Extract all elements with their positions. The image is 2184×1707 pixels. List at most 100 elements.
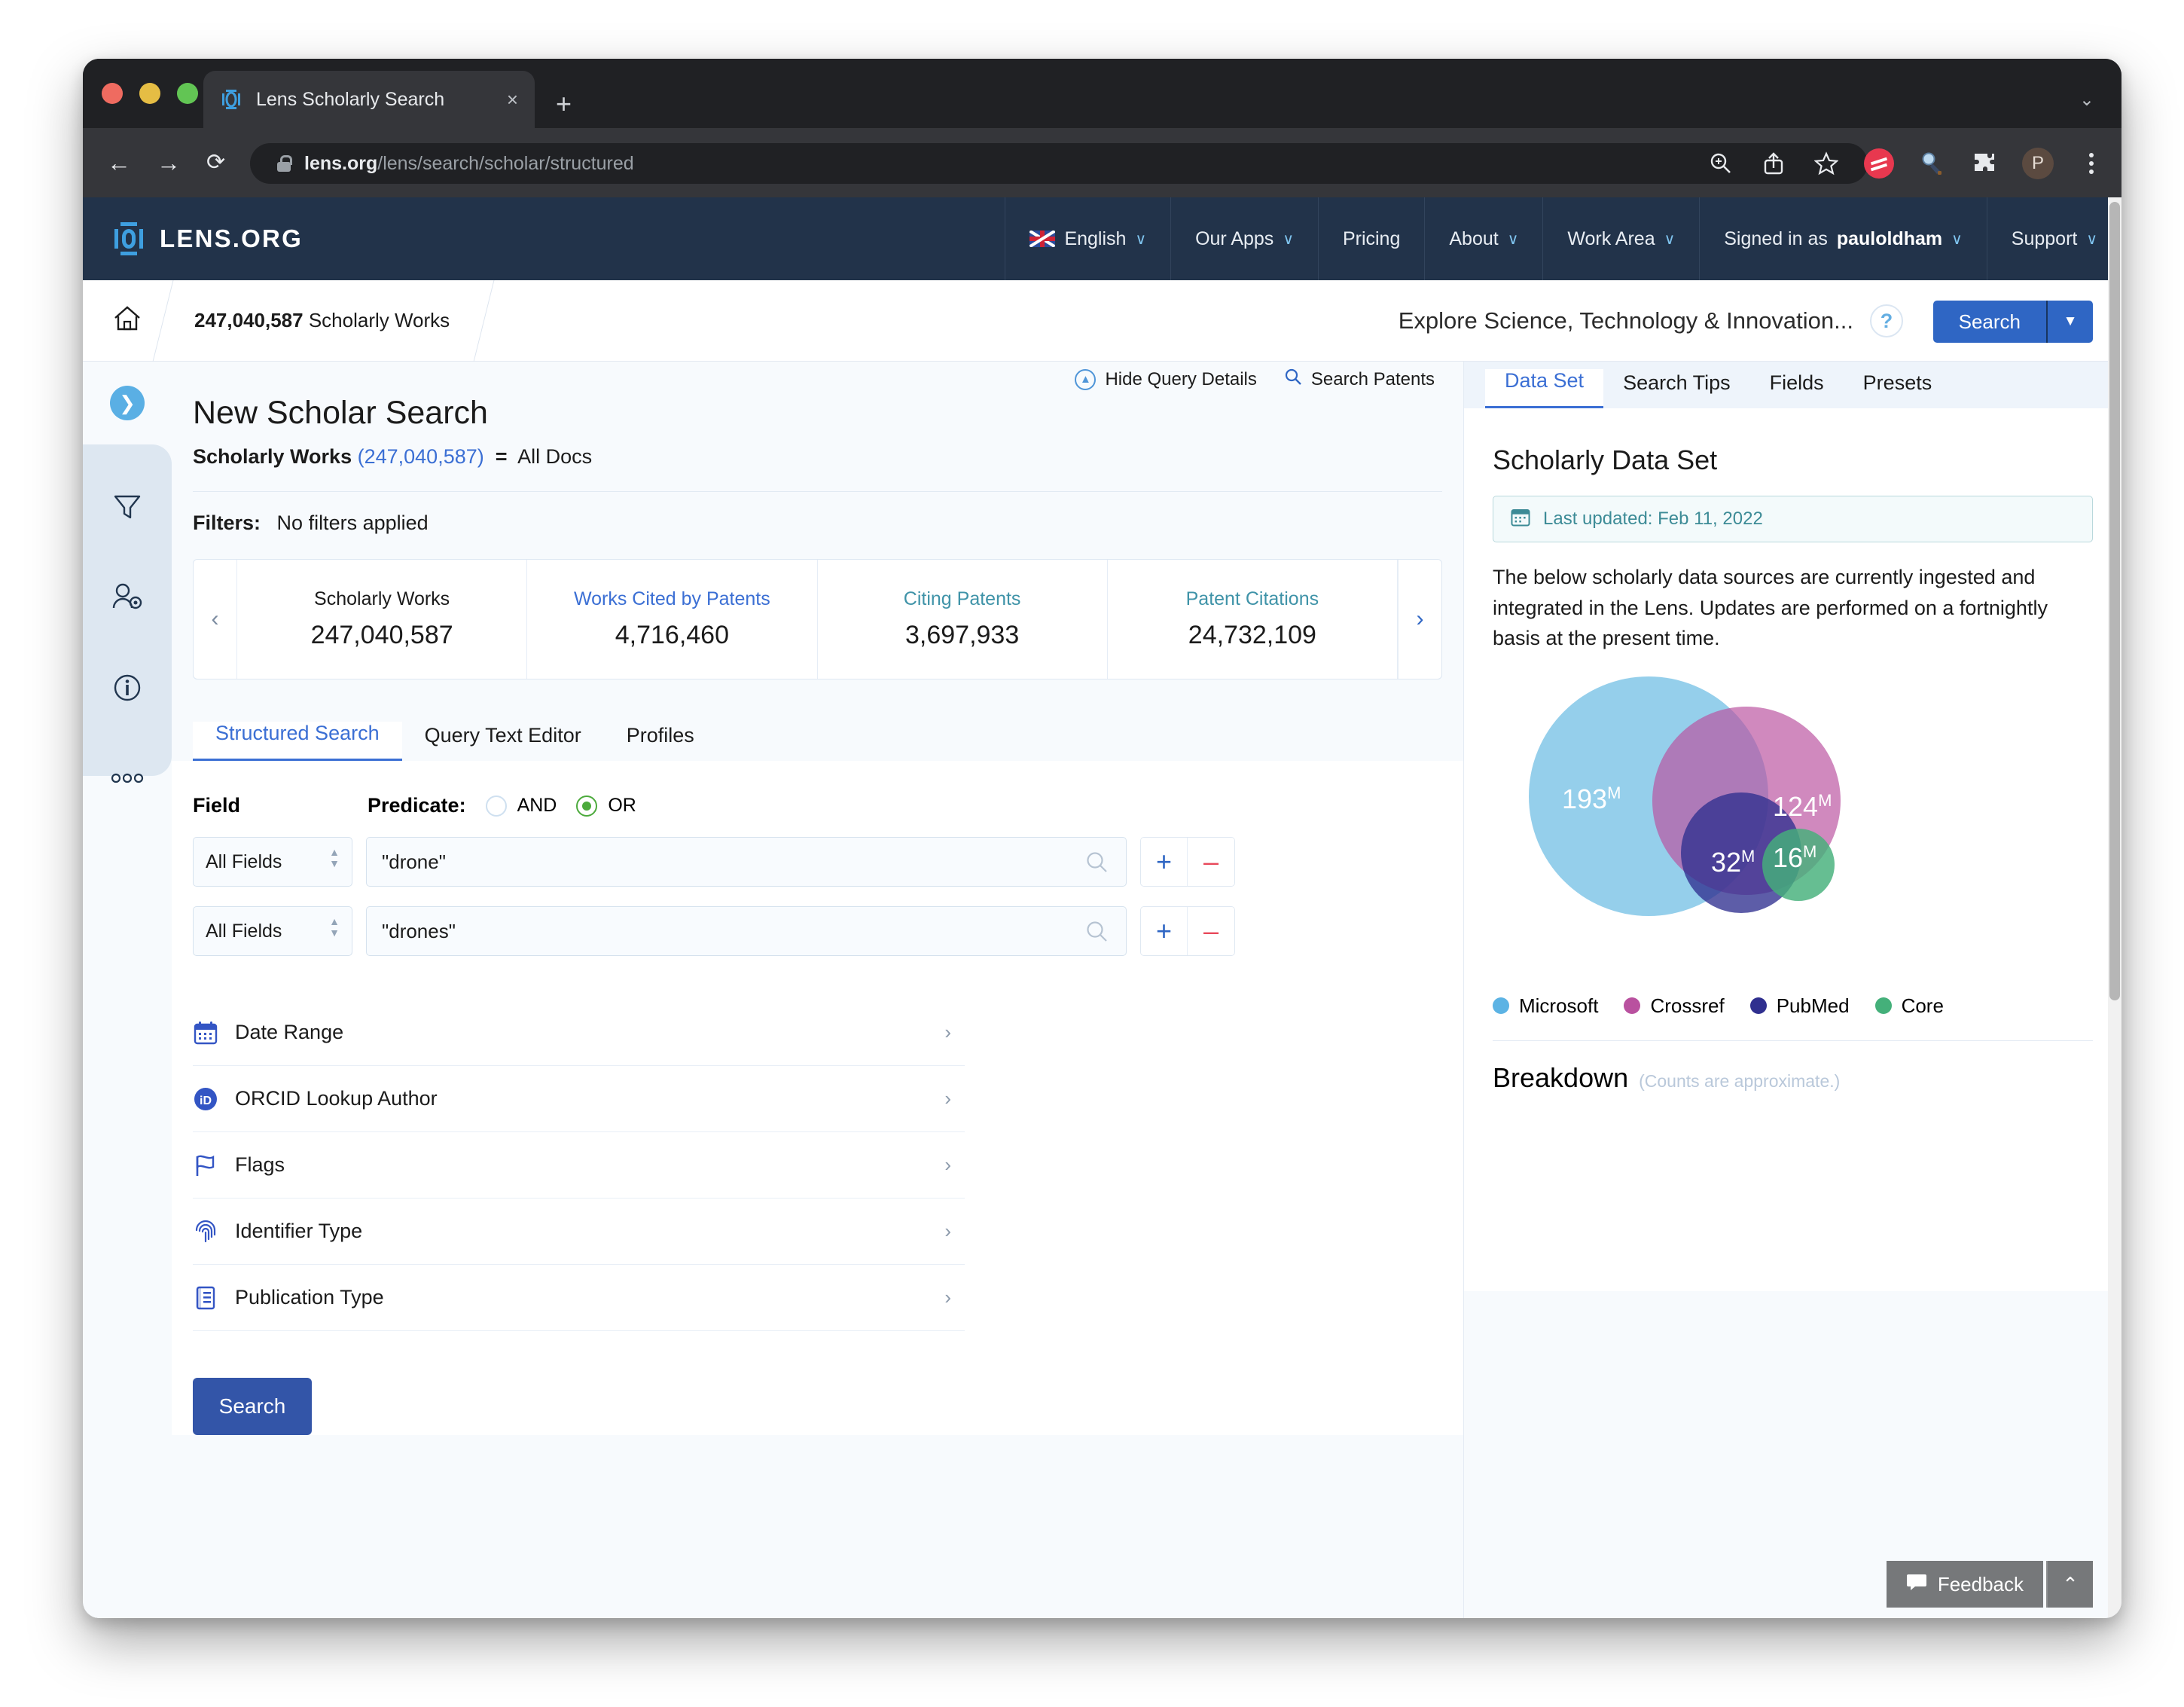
tab-search-tips[interactable]: Search Tips (1603, 371, 1750, 408)
reload-button[interactable]: ⟳ (206, 148, 225, 178)
maximize-window-button[interactable] (177, 83, 198, 104)
kebab-menu-icon[interactable] (2076, 148, 2106, 179)
radio-and-label: AND (517, 795, 557, 816)
stat-patent-citations[interactable]: Patent Citations 24,732,109 (1108, 560, 1398, 679)
accordion-publication-type[interactable]: Publication Type › (193, 1265, 965, 1331)
chevron-down-icon: ∨ (1283, 231, 1294, 248)
radio-and[interactable] (485, 795, 507, 817)
page-scrollbar[interactable] (2108, 197, 2121, 1618)
feedback-button[interactable]: Feedback (1886, 1561, 2043, 1608)
add-row-button-1[interactable]: + (1141, 838, 1188, 886)
radio-or[interactable] (576, 795, 598, 817)
nav-item-support[interactable]: Support ∨ (1986, 197, 2121, 280)
user-settings-icon (110, 581, 145, 618)
tab-presets[interactable]: Presets (1844, 371, 1952, 408)
query-input-2[interactable]: "drones" (366, 906, 1127, 956)
venn-value-pubmed: 32 (1711, 846, 1742, 878)
top-search-button-group[interactable]: Search ▼ (1932, 301, 2093, 343)
venn-value-core: 16 (1773, 841, 1804, 873)
magnifier-extension-icon[interactable] (1917, 148, 1947, 179)
nav-label-username: pauloldham (1836, 227, 1943, 249)
explore-search-box[interactable]: Explore Science, Technology & Innovation… (1399, 280, 1903, 362)
breadcrumb-scholarly-works[interactable]: 247,040,587 Scholarly Works (172, 280, 484, 362)
explore-placeholder: Explore Science, Technology & Innovation… (1398, 307, 1853, 334)
accordion-flags[interactable]: Flags › (193, 1132, 965, 1199)
remove-row-button-1[interactable]: ‒ (1188, 838, 1234, 886)
close-window-button[interactable] (102, 83, 123, 104)
window-controls[interactable] (102, 83, 198, 104)
svg-text:iD: iD (200, 1095, 212, 1107)
hide-query-details-button[interactable]: ▲ Hide Query Details (1075, 368, 1257, 390)
stat-citing-patents[interactable]: Citing Patents 3,697,933 (818, 560, 1108, 679)
search-dropdown-button[interactable]: ▼ (2046, 301, 2093, 343)
scrollbar-thumb[interactable] (2109, 202, 2120, 1000)
stat-works-cited-by-patents[interactable]: Works Cited by Patents 4,716,460 (527, 560, 818, 679)
minimize-window-button[interactable] (139, 83, 160, 104)
bookmark-star-icon[interactable] (1811, 148, 1841, 179)
accordion-label: Date Range (235, 1021, 344, 1043)
accordion-identifier-type[interactable]: Identifier Type › (193, 1199, 965, 1265)
remove-row-button-2[interactable]: ‒ (1188, 907, 1234, 955)
collapse-feedback-button[interactable]: ⌃ (2046, 1561, 2093, 1608)
forward-button[interactable]: → (157, 148, 181, 178)
sidebar-item-filters[interactable] (83, 486, 172, 531)
puzzle-extension-icon[interactable] (1969, 148, 1999, 179)
venn-unit-crossref: M (1818, 790, 1832, 810)
venn-value-microsoft: 193 (1562, 783, 1608, 814)
data-set-column: Data Set Search Tips Fields Presets Scho… (1463, 362, 2121, 1618)
profile-avatar[interactable]: P (2022, 148, 2054, 179)
tab-data-set[interactable]: Data Set (1485, 369, 1604, 408)
search-icon[interactable] (1085, 850, 1109, 880)
chevron-down-icon[interactable]: ⌄ (2079, 89, 2094, 111)
nav-item-account[interactable]: Signed in as pauloldham ∨ (1699, 197, 1987, 280)
lens-logo[interactable]: LENS.ORG (83, 197, 303, 280)
search-icon[interactable] (1085, 920, 1109, 949)
back-button[interactable]: ← (107, 148, 131, 178)
home-breadcrumb[interactable] (83, 304, 172, 337)
add-row-button-2[interactable]: + (1141, 907, 1188, 955)
filters-row: Filters: No filters applied (172, 492, 1463, 535)
search-patents-button[interactable]: Search Patents (1284, 368, 1435, 391)
nav-item-our-apps[interactable]: Our Apps ∨ (1170, 197, 1318, 280)
address-bar[interactable]: lens.org/lens/search/scholar/structured (250, 143, 1868, 184)
browser-window: Lens Scholarly Search × + ⌄ ← → ⟳ lens.o… (83, 59, 2121, 1618)
tab-query-text-editor[interactable]: Query Text Editor (402, 724, 604, 761)
stat-scholarly-works[interactable]: Scholarly Works 247,040,587 (237, 560, 528, 679)
stats-next-button[interactable]: › (1398, 560, 1441, 679)
chevron-up-circle-icon: ▲ (1075, 368, 1097, 390)
document-icon (193, 1285, 235, 1311)
sidebar-item-info[interactable] (83, 667, 172, 712)
help-icon[interactable]: ? (1870, 304, 1903, 337)
rail-expand-button[interactable]: ❯ (110, 386, 145, 420)
main-body: ❯ ▲ Hide Query Details Search Patents Ne… (83, 362, 2121, 1618)
nav-item-work-area[interactable]: Work Area ∨ (1542, 197, 1699, 280)
query-input-1[interactable]: "drone" (366, 837, 1127, 887)
browser-tab[interactable]: Lens Scholarly Search × (203, 71, 535, 128)
nav-item-language[interactable]: English ∨ (1005, 197, 1170, 280)
tab-fields[interactable]: Fields (1750, 371, 1844, 408)
nav-item-about[interactable]: About ∨ (1424, 197, 1542, 280)
zoom-search-icon[interactable] (1706, 148, 1736, 179)
top-search-button[interactable]: Search (1932, 301, 2046, 343)
tab-profiles[interactable]: Profiles (604, 724, 717, 761)
field-select-1[interactable]: All Fields ▲ ▼ (193, 837, 352, 887)
flag-icon (193, 1153, 235, 1178)
extension-red-icon[interactable] (1864, 148, 1894, 179)
field-select-2[interactable]: All Fields ▲ ▼ (193, 906, 352, 956)
nav-item-pricing[interactable]: Pricing (1317, 197, 1424, 280)
sidebar-item-user-settings[interactable] (83, 576, 172, 621)
legend-label-crossref: Crossref (1650, 994, 1725, 1017)
filters-label: Filters: (193, 511, 261, 534)
fingerprint-icon (193, 1219, 235, 1244)
accordion-orcid-lookup-author[interactable]: iD ORCID Lookup Author › (193, 1066, 965, 1132)
stats-prev-button[interactable]: ‹ (194, 560, 237, 679)
accordion-date-range[interactable]: Date Range › (193, 1000, 965, 1066)
close-tab-button[interactable]: × (507, 90, 518, 109)
sidebar-item-more[interactable] (83, 757, 172, 802)
new-tab-button[interactable]: + (556, 90, 572, 118)
share-icon[interactable] (1758, 148, 1789, 179)
tab-structured-search[interactable]: Structured Search (193, 722, 402, 761)
predicate-or-option[interactable]: OR (576, 795, 636, 817)
submit-search-button[interactable]: Search (193, 1378, 312, 1435)
predicate-and-option[interactable]: AND (485, 795, 557, 817)
